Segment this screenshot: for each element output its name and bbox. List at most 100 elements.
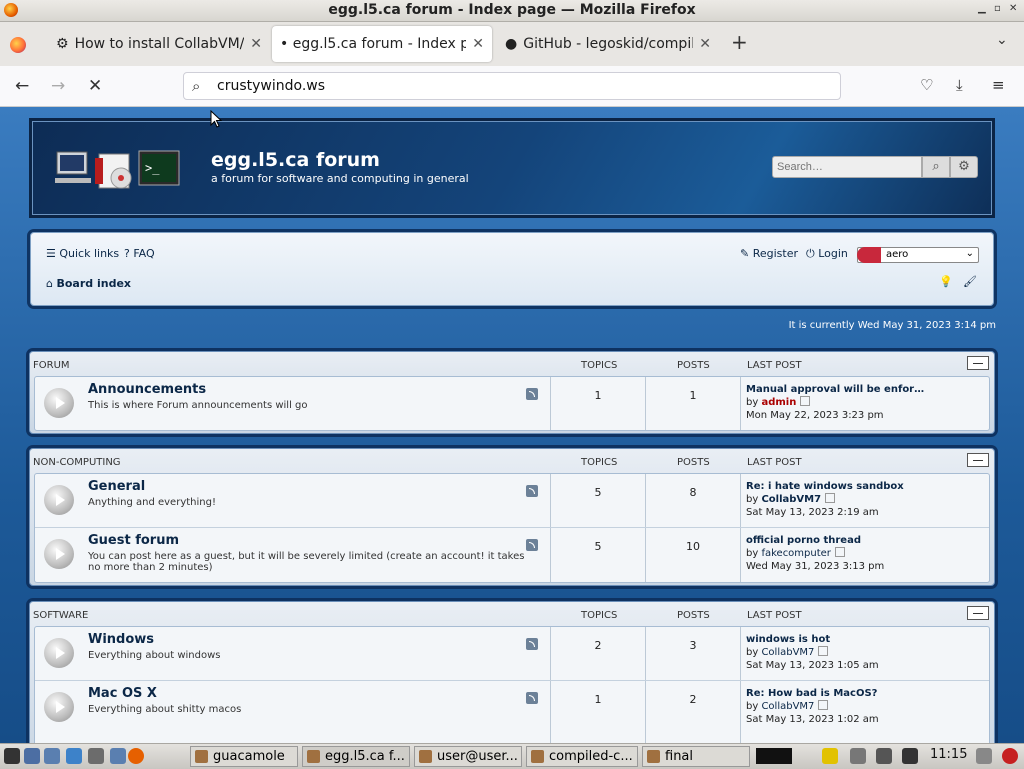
lightbulb-icon[interactable]: 💡 (939, 275, 953, 288)
shutdown-icon[interactable] (1002, 748, 1018, 764)
site-logo-icon[interactable]: >_ (55, 148, 185, 190)
site-title[interactable]: egg.l5.ca forum (211, 149, 380, 171)
list-tabs-icon[interactable]: ⌄ (996, 32, 1008, 48)
posts-count: 1 (689, 389, 697, 402)
last-post-title[interactable]: Manual approval will be enfor… (746, 383, 924, 396)
close-icon[interactable]: ✕ (1009, 3, 1017, 14)
close-tab-icon[interactable]: ✕ (250, 36, 262, 52)
forum-title[interactable]: Mac OS X (88, 686, 157, 701)
faq-link[interactable]: ? FAQ (124, 247, 155, 260)
brush-icon[interactable]: 🖌 (963, 275, 977, 288)
url-text[interactable]: crustywindo.ws (217, 78, 325, 94)
clipboard-tray-icon[interactable] (876, 748, 892, 764)
register-link[interactable]: ✎ Register (740, 247, 798, 260)
advanced-search-button[interactable]: ⚙ (950, 156, 978, 178)
taskbar-item-final[interactable]: final (642, 746, 750, 767)
forum-read-icon (44, 485, 74, 515)
terminal-launcher-icon[interactable] (88, 748, 104, 764)
firefox-view-icon[interactable] (10, 37, 26, 53)
search-button[interactable]: ⌕ (922, 156, 950, 178)
taskbar-item-compiled[interactable]: compiled-c... (526, 746, 638, 767)
pocket-icon[interactable]: ♡ (920, 76, 933, 94)
by-label: by (746, 397, 759, 408)
search-input[interactable] (772, 156, 922, 178)
volume-icon[interactable] (976, 748, 992, 764)
tab-collabvm[interactable]: ⚙ How to install CollabVM/1 ✕ (48, 26, 270, 62)
downloads-icon[interactable]: ⤓ (956, 76, 963, 94)
forward-icon[interactable]: → (51, 76, 65, 96)
view-latest-post-icon[interactable] (818, 700, 829, 710)
forum-title[interactable]: Guest forum (88, 533, 179, 548)
board-index-link[interactable]: ⌂ Board index (46, 277, 131, 290)
edit-icon: ✎ (740, 247, 750, 260)
maximize-icon[interactable]: ▫ (994, 3, 1001, 14)
close-tab-icon[interactable]: ✕ (699, 36, 711, 52)
quick-links-menu[interactable]: ☰ Quick links (46, 247, 119, 260)
stop-icon[interactable]: ✕ (88, 76, 102, 96)
last-post-author[interactable]: CollabVM7 (761, 494, 821, 505)
collapse-button[interactable] (967, 606, 989, 620)
workspace-icon[interactable] (110, 748, 126, 764)
mouse-cursor-icon (210, 110, 222, 128)
posts-count: 8 (689, 486, 697, 499)
view-latest-post-icon[interactable] (800, 396, 811, 406)
forum-list: Announcements This is where Forum announ… (34, 376, 990, 431)
network-tray-icon[interactable] (902, 748, 918, 764)
back-icon[interactable]: ← (15, 76, 29, 96)
last-post-title[interactable]: official porno thread (746, 534, 884, 547)
firefox-launcher-icon[interactable] (128, 748, 144, 764)
topics-count: 5 (594, 540, 602, 553)
rss-feed-icon[interactable] (526, 388, 538, 400)
menu-icon[interactable]: ≡ (992, 76, 1005, 94)
minimize-icon[interactable]: ▁ (978, 3, 986, 14)
forum-title[interactable]: Announcements (88, 382, 206, 397)
last-post-title[interactable]: Re: i hate windows sandbox (746, 480, 904, 493)
last-post-title[interactable]: Re: How bad is MacOS? (746, 687, 879, 700)
category-title[interactable]: FORUM (33, 360, 70, 371)
url-bar[interactable]: ⌕ crustywindo.ws (183, 72, 841, 100)
faq-label: FAQ (133, 247, 155, 260)
clock[interactable]: 11:15 (930, 747, 967, 762)
file-manager-icon[interactable] (44, 748, 60, 764)
taskbar-item-firefox[interactable]: egg.l5.ca f... (302, 746, 410, 767)
p-tray-icon[interactable] (822, 748, 838, 764)
view-latest-post-icon[interactable] (818, 646, 829, 656)
collapse-button[interactable] (967, 356, 989, 370)
collapse-button[interactable] (967, 453, 989, 467)
category-title[interactable]: NON-COMPUTING (33, 457, 121, 468)
view-latest-post-icon[interactable] (834, 547, 845, 557)
home-icon: ⌂ (46, 277, 53, 290)
tab-forum[interactable]: • egg.l5.ca forum - Index p ✕ (272, 26, 492, 62)
taskbar-item-guacamole[interactable]: guacamole (190, 746, 298, 767)
col-last-post: LAST POST (747, 610, 802, 621)
last-post-author[interactable]: admin (761, 397, 796, 408)
start-menu-icon[interactable] (4, 748, 20, 764)
new-tab-icon[interactable]: + (731, 30, 748, 54)
last-post-title[interactable]: windows is hot (746, 633, 879, 646)
rss-feed-icon[interactable] (526, 638, 538, 650)
category-title[interactable]: SOFTWARE (33, 610, 88, 621)
forum-title[interactable]: Windows (88, 632, 154, 647)
category-forum: FORUM TOPICS POSTS LAST POST Announcemen… (29, 351, 995, 434)
style-select[interactable]: aero ⌄ (857, 247, 979, 263)
last-post-author[interactable]: CollabVM7 (761, 647, 814, 658)
last-post-author[interactable]: CollabVM7 (761, 701, 814, 712)
taskbar-item-terminal[interactable]: user@user... (414, 746, 522, 767)
rss-feed-icon[interactable] (526, 692, 538, 704)
rss-feed-icon[interactable] (526, 539, 538, 551)
window-titlebar[interactable]: egg.l5.ca forum - Index page — Mozilla F… (0, 0, 1024, 22)
close-tab-icon[interactable]: ✕ (472, 36, 484, 52)
show-desktop-icon[interactable] (24, 748, 40, 764)
power-icon: ⏻ (806, 247, 815, 260)
tab-github[interactable]: ● GitHub - legoskid/compile ✕ (497, 26, 719, 62)
rss-feed-icon[interactable] (526, 485, 538, 497)
search-tray-icon[interactable] (850, 748, 866, 764)
col-last-post: LAST POST (747, 457, 802, 468)
view-latest-post-icon[interactable] (825, 493, 836, 503)
last-post-author[interactable]: fakecomputer (761, 548, 830, 559)
forum-title[interactable]: General (88, 479, 145, 494)
login-link[interactable]: ⏻ Login (806, 247, 848, 261)
register-label: Register (752, 247, 799, 260)
col-topics: TOPICS (581, 610, 618, 621)
browser-launcher-icon[interactable] (66, 748, 82, 764)
